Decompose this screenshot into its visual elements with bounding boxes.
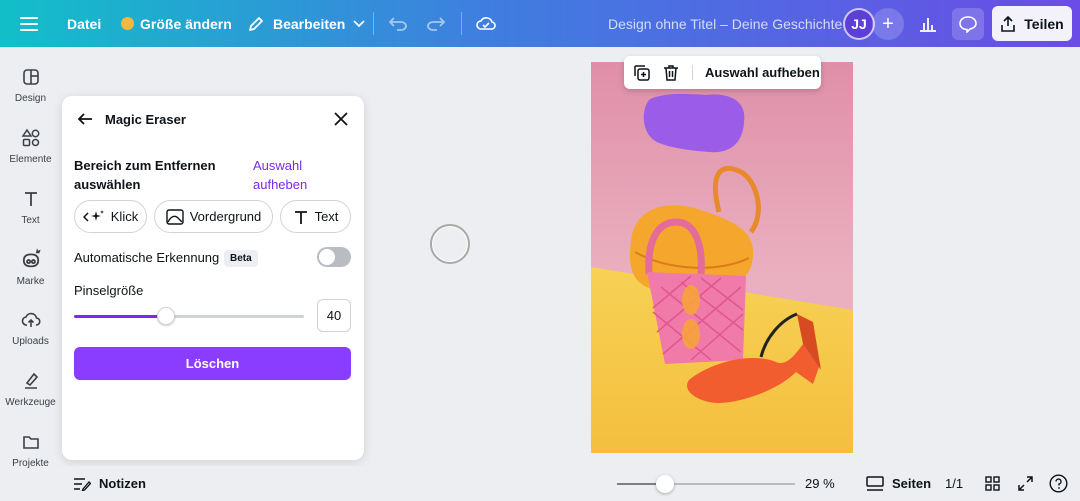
sidebar-item-tools[interactable]: Werkzeuge [0, 371, 61, 408]
duplicate-icon[interactable] [632, 63, 652, 83]
toolbar-divider [461, 12, 462, 35]
crown-icon [121, 17, 134, 30]
share-upload-icon [1001, 15, 1016, 32]
bottom-bar: Notizen 29 % Seiten 1/1 [61, 466, 1080, 501]
file-menu-button[interactable]: Datei [67, 0, 101, 47]
fullscreen-icon[interactable] [1018, 466, 1033, 501]
deselect-button[interactable]: Auswahl aufheben [705, 65, 820, 80]
shapes-icon [21, 128, 39, 147]
toggle-knob [319, 249, 335, 265]
image-foreground-icon [166, 208, 184, 225]
insights-button[interactable] [912, 8, 944, 40]
sidebar-item-uploads[interactable]: Uploads [0, 310, 61, 347]
mode-label: Klick [110, 209, 139, 224]
menu-icon[interactable] [20, 0, 42, 47]
pages-icon [866, 476, 884, 491]
top-toolbar: Datei Größe ändern Bearbeiten Design ohn… [0, 0, 1080, 47]
toolbar-divider [373, 12, 374, 35]
magic-eraser-panel: Magic Eraser Bereich zum Entfernen auswä… [62, 96, 364, 460]
sidebar-item-brand[interactable]: Marke [0, 246, 61, 287]
comment-icon [959, 15, 977, 33]
auto-detect-label: Automatische Erkennung [74, 250, 220, 265]
canvas-photo[interactable] [591, 62, 853, 453]
brush-size-input[interactable]: 40 [317, 299, 351, 332]
slider-handle[interactable] [157, 307, 175, 325]
sidebar-item-elements[interactable]: Elemente [0, 128, 61, 165]
draw-icon [24, 372, 38, 389]
chevron-down-icon [353, 19, 365, 27]
resize-label: Größe ändern [140, 15, 232, 32]
notes-icon [74, 477, 91, 491]
text-icon [294, 210, 307, 224]
folder-icon [22, 436, 39, 449]
deselect-link[interactable]: Auswahl aufheben [253, 156, 333, 194]
bar-chart-icon [920, 18, 936, 32]
text-icon [24, 192, 37, 206]
product-photo-image [591, 62, 853, 453]
sidebar-item-design[interactable]: Design [0, 67, 61, 104]
comments-button[interactable] [952, 8, 984, 40]
zoom-level[interactable]: 29 % [805, 466, 835, 501]
plus-icon: + [882, 12, 894, 35]
sidebar-item-label: Elemente [9, 154, 52, 165]
brand-icon [22, 248, 41, 268]
sidebar-item-text[interactable]: Text [0, 189, 61, 226]
pages-button[interactable]: Seiten [866, 466, 931, 501]
share-button[interactable]: Teilen [992, 6, 1072, 41]
close-icon[interactable] [332, 110, 350, 128]
edit-label: Bearbeiten [273, 15, 346, 32]
brush-size-label: Pinselgröße [74, 283, 144, 298]
sidebar-item-label: Marke [16, 276, 45, 287]
mode-text-button[interactable]: Text [280, 200, 351, 233]
add-collaborator-button[interactable]: + [872, 8, 904, 40]
panel-title: Magic Eraser [105, 112, 186, 127]
zoom-slider[interactable] [617, 475, 795, 493]
remove-area-label: Bereich zum Entfernen auswählen [74, 158, 216, 192]
notes-button[interactable]: Notizen [73, 466, 146, 501]
sidebar-item-label: Projekte [12, 458, 49, 469]
trash-icon[interactable] [661, 63, 681, 83]
undo-icon[interactable] [389, 0, 407, 47]
brush-size-slider[interactable] [74, 307, 304, 325]
erase-button[interactable]: Löschen [74, 347, 351, 380]
page-count: 1/1 [945, 476, 964, 491]
share-label: Teilen [1024, 15, 1064, 32]
layout-icon [22, 69, 39, 85]
left-sidebar: Design Elemente Text Marke Uploads Werkz… [0, 47, 61, 501]
edit-button[interactable]: Bearbeiten [247, 0, 365, 47]
auto-detect-toggle[interactable] [317, 247, 351, 267]
back-arrow-icon[interactable] [76, 110, 94, 128]
sidebar-item-label: Werkzeuge [5, 397, 56, 408]
pages-label: Seiten [892, 476, 932, 491]
toolbar-divider [692, 65, 693, 80]
grid-view-icon[interactable] [985, 466, 1000, 501]
help-icon[interactable] [1049, 466, 1068, 501]
sparkle-click-icon [82, 209, 104, 222]
sidebar-item-label: Uploads [12, 336, 49, 347]
mode-label: Text [314, 209, 339, 224]
notes-label: Notizen [99, 476, 146, 491]
resize-button[interactable]: Größe ändern [121, 0, 232, 47]
sidebar-item-label: Design [14, 93, 47, 104]
zoom-handle[interactable] [656, 475, 675, 493]
beta-badge: Beta [224, 250, 258, 267]
redo-icon[interactable] [427, 0, 445, 47]
cloud-saved-icon[interactable] [476, 0, 496, 47]
slider-fill [74, 315, 166, 318]
document-title[interactable]: Design ohne Titel – Deine Geschichte [608, 0, 842, 47]
selection-toolbar: Auswahl aufheben [624, 56, 821, 89]
avatar[interactable]: JJ [843, 8, 875, 40]
mode-click-button[interactable]: Klick [74, 200, 147, 233]
upload-cloud-icon [21, 312, 41, 327]
sidebar-item-projects[interactable]: Projekte [0, 432, 61, 469]
brush-cursor [430, 224, 470, 264]
mode-label: Vordergrund [189, 209, 262, 224]
mode-foreground-button[interactable]: Vordergrund [154, 200, 273, 233]
pencil-icon [249, 16, 263, 31]
sidebar-item-label: Text [21, 215, 40, 226]
